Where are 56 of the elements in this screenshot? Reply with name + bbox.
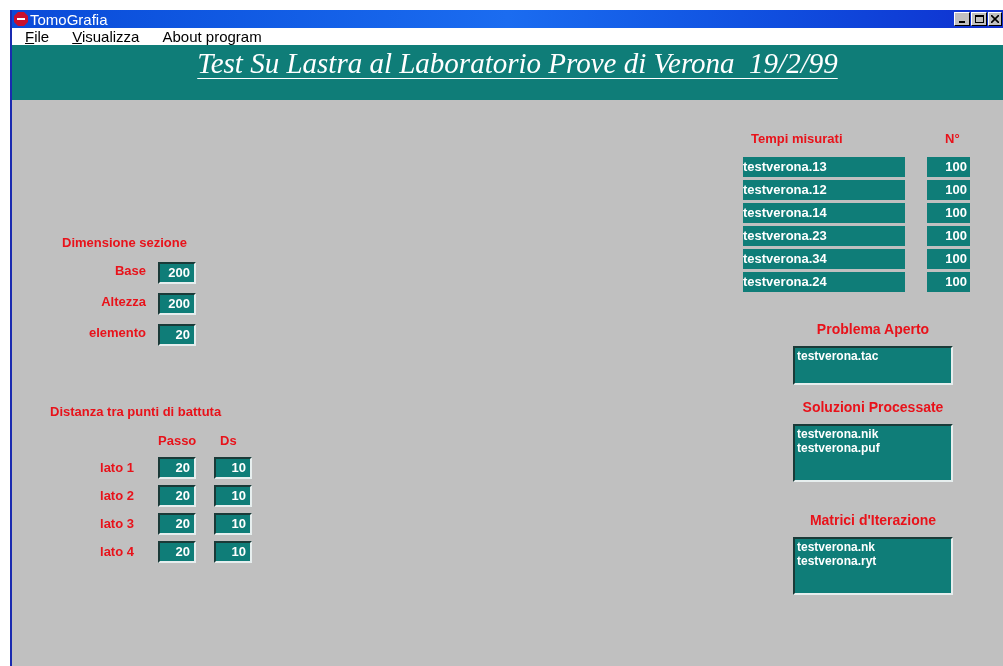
value-field[interactable]: 200 — [158, 261, 196, 284]
value-field[interactable]: 200 — [158, 292, 196, 315]
count-field[interactable]: 100 — [927, 202, 970, 223]
value-field[interactable]: 20 — [158, 323, 196, 346]
section-title: Distanza tra punti di battuta — [50, 402, 223, 421]
window-title: TomoGrafia — [30, 11, 108, 27]
file-field[interactable]: testverona.12 — [743, 179, 905, 200]
banner-title: Test Su Lastra al Laboratorio Prove di Verona 19/2/99 — [197, 46, 838, 81]
panel-title: Soluzioni Processate — [801, 397, 945, 417]
close-button[interactable] — [988, 12, 1002, 26]
count-field[interactable]: 100 — [927, 225, 970, 246]
file-field[interactable]: testverona.23 — [743, 225, 905, 246]
field-label: elemento — [87, 323, 146, 342]
column-header: Tempi misurati — [751, 130, 844, 148]
value-field[interactable]: 10 — [214, 512, 252, 535]
value-field[interactable]: 20 — [158, 456, 196, 479]
value-field[interactable]: 20 — [158, 512, 196, 535]
field-label: Altezza — [100, 292, 146, 311]
field-label: Base — [113, 261, 146, 280]
menu-item[interactable]: Visualizza — [72, 29, 140, 44]
file-field[interactable]: testverona.14 — [743, 202, 905, 223]
minimize-button[interactable] — [954, 12, 970, 26]
panel-title: Matrici d'Iterazione — [808, 510, 938, 530]
count-field[interactable]: 100 — [927, 271, 970, 292]
file-name: testverona.ryt — [797, 553, 878, 568]
value-field[interactable]: 10 — [214, 484, 252, 507]
menu-item[interactable]: File — [25, 29, 50, 44]
file-list[interactable]: testverona.nik testverona.puf — [793, 423, 953, 482]
count-field[interactable]: 100 — [927, 248, 970, 269]
column-header: N° — [945, 130, 960, 148]
section-title: Dimensione sezione — [62, 234, 188, 252]
value-field[interactable]: 10 — [214, 540, 252, 563]
stop-sign-icon — [14, 12, 28, 26]
row-label: lato 2 — [99, 486, 135, 505]
file-name: testverona.nk — [797, 539, 877, 554]
value-field[interactable]: 20 — [158, 540, 196, 563]
count-field[interactable]: 100 — [927, 156, 970, 177]
file-name: testverona.nik — [797, 426, 880, 441]
panel-title: Problema Aperto — [815, 319, 931, 339]
file-field[interactable]: testverona.34 — [743, 248, 905, 269]
file-name: testverona.puf — [797, 440, 881, 455]
value-field[interactable]: 10 — [214, 456, 252, 479]
menu-item[interactable]: About program — [162, 29, 262, 44]
value-field[interactable]: 20 — [158, 484, 196, 507]
file-list[interactable]: testverona.nk testverona.ryt — [793, 536, 953, 595]
row-label: lato 4 — [99, 542, 135, 561]
file-name: testverona.tac — [797, 348, 880, 363]
row-label: lato 3 — [99, 514, 135, 533]
file-list[interactable]: testverona.tac — [793, 345, 953, 385]
column-header: Ds — [219, 432, 238, 450]
row-label: lato 1 — [99, 458, 135, 477]
file-field[interactable]: testverona.13 — [743, 156, 905, 177]
column-header: Passo — [158, 432, 196, 450]
file-field[interactable]: testverona.24 — [743, 271, 905, 292]
count-field[interactable]: 100 — [927, 179, 970, 200]
maximize-button[interactable] — [971, 12, 987, 26]
